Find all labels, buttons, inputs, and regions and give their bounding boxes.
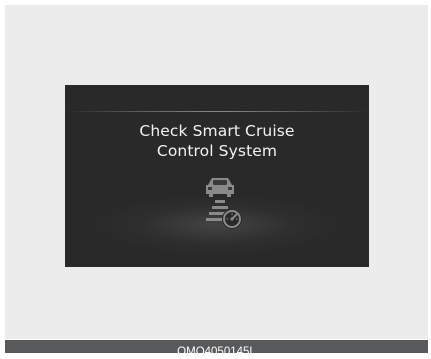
warning-message-line1: Check Smart Cruise	[139, 122, 295, 140]
display-divider	[65, 111, 369, 112]
figure-caption-bar: OMQ4050145L	[5, 340, 428, 358]
warning-message-line2: Control System	[156, 142, 278, 160]
cluster-display: Check Smart Cruise Control System	[65, 85, 369, 267]
figure-panel: Check Smart Cruise Control System	[5, 5, 428, 339]
figure-code: OMQ4050145L	[177, 346, 256, 358]
warning-message: Check Smart Cruise Control System	[65, 121, 369, 161]
smart-cruise-control-warning-icon	[195, 175, 247, 231]
